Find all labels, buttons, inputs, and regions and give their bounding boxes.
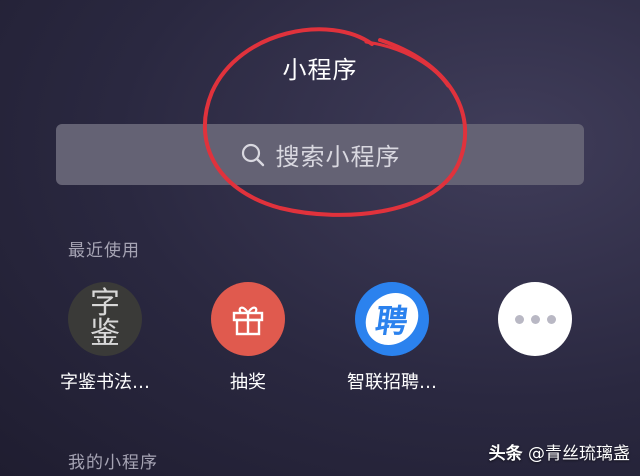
zijian-app-icon: 字 鉴	[68, 282, 142, 356]
more-apps-button[interactable]	[470, 282, 600, 356]
search-icon	[240, 142, 266, 168]
watermark-brand: 头条	[488, 444, 523, 464]
watermark: 头条 @青丝琉璃盏	[489, 439, 630, 464]
watermark-handle: @青丝琉璃盏	[528, 444, 630, 464]
zijian-glyph-bottom: 鉴	[90, 316, 120, 351]
zijian-glyph-top: 字	[90, 286, 120, 321]
app-name: 字鉴书法…	[60, 372, 150, 393]
app-name: 智联招聘…	[347, 372, 437, 393]
app-lottery[interactable]: 抽奖	[183, 282, 313, 394]
recent-section-label: 最近使用	[68, 241, 140, 261]
my-programs-label: 我的小程序	[68, 453, 158, 473]
app-zhaopin[interactable]: 聘 智联招聘…	[327, 282, 457, 394]
zhaopin-app-icon: 聘	[355, 282, 429, 356]
gift-icon	[211, 282, 285, 356]
zhaopin-glyph: 聘	[362, 293, 422, 345]
app-name: 抽奖	[230, 372, 266, 393]
search-placeholder: 搜索小程序	[275, 143, 401, 171]
page-title: 小程序	[282, 56, 358, 84]
search-bar[interactable]: 搜索小程序	[56, 124, 584, 185]
app-zijian[interactable]: 字 鉴 字鉴书法…	[40, 282, 170, 394]
more-icon	[498, 282, 572, 356]
